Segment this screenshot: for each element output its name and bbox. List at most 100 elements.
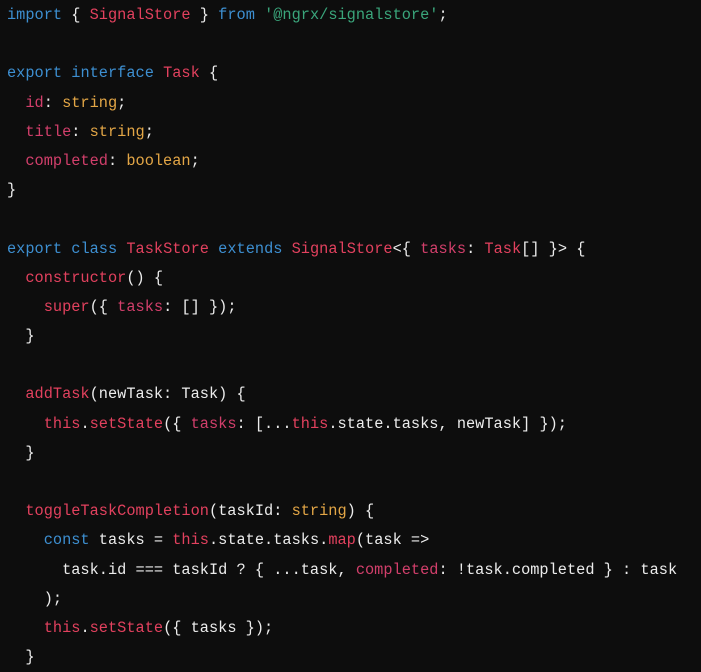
code-token: toggleTaskCompletion [25,502,209,521]
code-token: Task [484,239,522,258]
code-line: } [7,439,677,468]
code-token: } [7,648,35,667]
code-token: <{ [392,239,421,258]
code-line: } [7,176,677,205]
code-line: completed: boolean; [7,147,677,176]
code-token: (newTask: Task) { [89,385,246,404]
code-token: this [291,414,329,433]
code-token: ({ tasks }); [163,618,274,637]
code-token: setState [89,414,164,433]
code-token: : !task.completed } : task [438,560,678,579]
code-line: } [7,643,677,672]
code-token: . [80,414,90,433]
code-token: extends [218,239,283,258]
code-token: import [7,6,63,24]
code-line: toggleTaskCompletion(taskId: string) { [7,497,677,526]
code-token: TaskStore [126,239,209,258]
code-token: ; [117,93,127,112]
code-line: constructor() { [7,264,677,293]
code-token: setState [89,618,164,637]
code-token: : [43,93,63,112]
code-token: '@ngrx/signalstore' [264,6,439,24]
code-token: SignalStore [89,6,191,24]
code-token: title [25,122,72,141]
code-token: { [62,6,90,24]
code-token: class [71,239,118,258]
code-token: ({ [163,414,191,433]
code-token: tasks = [89,531,173,550]
code-line: } [7,322,677,351]
code-token: from [218,6,255,24]
code-line: import { SignalStore } from '@ngrx/signa… [7,1,677,30]
code-line: title: string; [7,118,677,147]
code-token: ; [144,122,154,141]
code-token: task.id === taskId ? { ...task, [7,560,356,579]
code-token: map [328,531,356,550]
code-token: constructor [25,268,127,287]
code-token: tasks [117,297,164,316]
code-token: string [89,122,145,141]
code-line: ); [7,585,677,614]
code-token: . [80,618,90,637]
code-line: id: string; [7,89,677,118]
code-token: ) { [346,502,375,521]
code-token: string [62,93,118,112]
code-token: } [190,6,219,24]
code-token: } [7,327,35,346]
code-token: ); [7,589,63,608]
code-token: this [43,618,81,637]
code-line: this.setState({ tasks: [...this.state.ta… [7,410,677,439]
code-token: ; [438,6,448,24]
code-line: addTask(newTask: Task) { [7,380,677,409]
code-token: : [... [236,414,292,433]
code-token: [] }> { [521,239,586,258]
code-token: } [7,181,17,200]
code-line: super({ tasks: [] }); [7,293,677,322]
code-token: : [107,151,127,170]
code-token: () { [126,268,164,287]
code-token: this [172,531,209,550]
code-token: completed [25,151,108,170]
code-token: tasks [190,414,237,433]
code-token: .state.tasks, newTask] }); [328,414,567,433]
code-token: : [466,239,485,258]
code-token: ; [190,151,200,170]
code-line: const tasks = this.state.tasks.map(task … [7,526,677,555]
code-token: (task => [355,531,430,550]
code-token: : [71,122,90,141]
code-line: export interface Task { [7,59,677,88]
code-token: interface [71,64,154,83]
code-token: Task [163,64,200,83]
code-token: } [7,443,35,462]
code-token: (taskId: [208,502,292,521]
code-token: id [25,93,44,112]
code-token: : [] }); [163,297,237,316]
code-token: SignalStore [291,239,393,258]
code-token: tasks [420,239,467,258]
code-token: string [291,502,347,521]
code-line: task.id === taskId ? { ...task, complete… [7,556,677,585]
code-token: const [43,531,90,550]
code-token: this [43,414,81,433]
